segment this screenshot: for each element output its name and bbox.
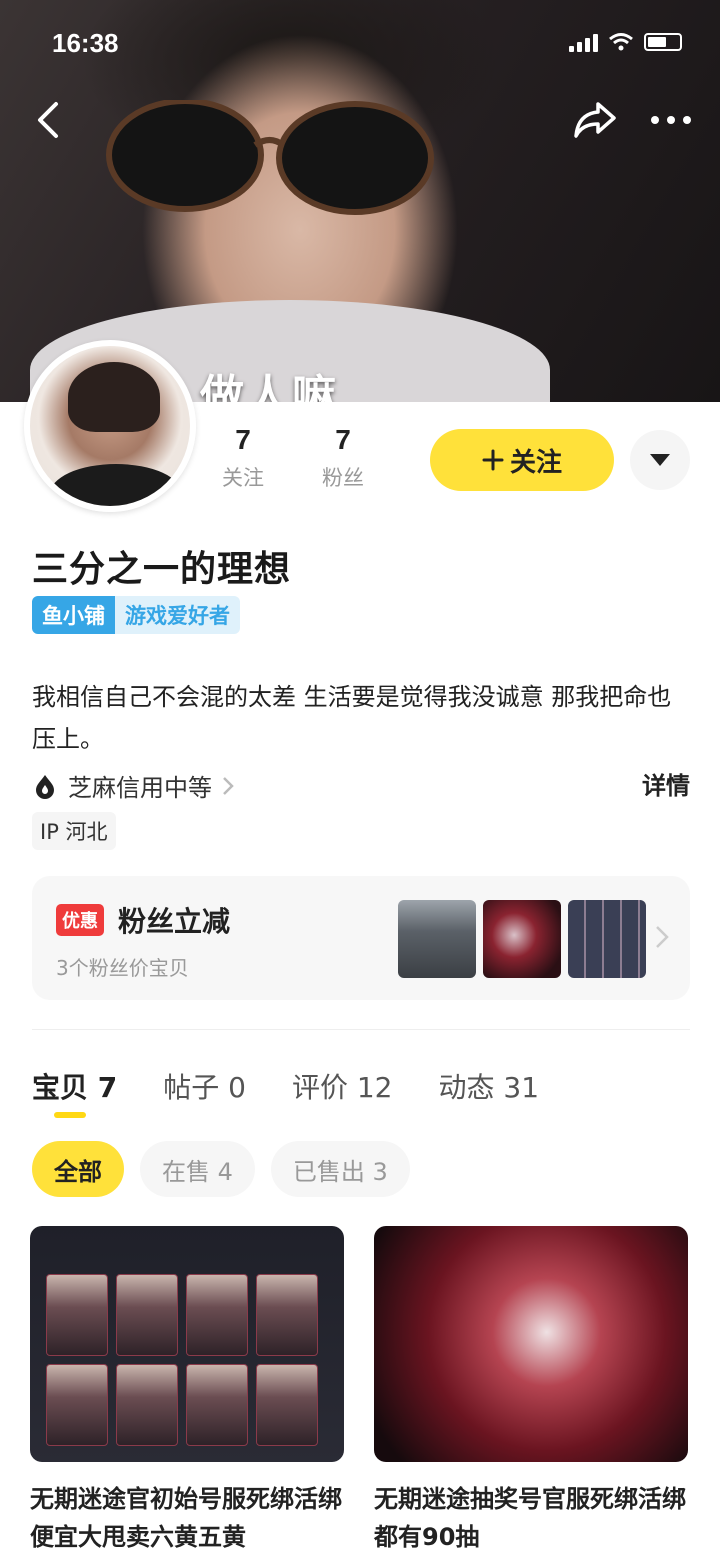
followers-stat[interactable]: 7 粉丝 [322,424,364,492]
plus-icon [482,449,504,471]
filter-on-sale[interactable]: 在售 4 [140,1141,255,1197]
fan-discount-card[interactable]: 优惠 粉丝立减 3个粉丝价宝贝 [32,876,690,1000]
discount-badge: 优惠 [56,904,104,936]
filter-chips: 全部 在售 4 已售出 3 [32,1141,410,1197]
promo-thumbnail [398,900,476,978]
follow-button-label: 关注 [509,447,562,478]
tab-posts[interactable]: 帖子 0 [163,1066,246,1106]
more-options-icon[interactable] [648,108,694,132]
promo-thumbnail [483,900,561,978]
signal-icon [569,32,598,52]
tab-activity[interactable]: 动态 31 [438,1066,539,1106]
ip-location-tag: IP 河北 [32,812,116,850]
battery-icon [644,33,682,51]
status-bar: 16:38 [0,22,720,62]
tab-reviews[interactable]: 评价 12 [292,1066,393,1106]
shop-badge: 鱼小铺 [32,596,115,634]
detail-link[interactable]: 详情 [642,766,690,801]
followers-count: 7 [335,424,351,455]
sunglasses-graphic [106,100,434,215]
status-time: 16:38 [52,28,119,58]
sesame-credit-icon [36,774,54,799]
more-dropdown-button[interactable] [630,430,690,490]
caret-down-icon [650,454,670,466]
active-tab-indicator [54,1112,86,1118]
credit-row[interactable]: 芝麻信用中等 [32,768,234,803]
product-title: 无期迷途官初始号服死绑活绑便宜大甩卖六黄五黄 [30,1485,342,1551]
promo-subtitle: 3个粉丝价宝贝 [56,956,189,980]
cover-caption: 做人嘛 [200,371,338,402]
product-image [374,1226,688,1462]
following-label: 关注 [222,466,264,490]
back-arrow-icon[interactable] [28,96,68,144]
section-divider [32,1029,690,1030]
followers-label: 粉丝 [322,466,364,490]
product-card[interactable]: 无期迷途官初始号服死绑活绑便宜大甩卖六黄五黄 [30,1226,344,1556]
user-badges[interactable]: 鱼小铺 游戏爱好者 [32,596,240,634]
filter-sold[interactable]: 已售出 3 [270,1141,410,1197]
credit-label: 芝麻信用中等 [68,774,212,802]
avatar-hair-shape [68,362,160,432]
promo-thumbnail [568,900,646,978]
character-grid [46,1274,344,1446]
user-bio: 我相信自己不会混的太差 生活要是觉得我没诚意 那我把命也压上。 [32,683,672,753]
promo-title: 粉丝立减 [118,905,231,938]
follow-button[interactable]: 关注 [430,429,614,491]
product-title: 无期迷途抽奖号官服死绑活绑都有90抽 [374,1485,686,1551]
avatar[interactable] [24,340,196,512]
chevron-right-icon [656,926,669,948]
following-stat[interactable]: 7 关注 [222,424,264,492]
share-icon[interactable] [572,98,618,142]
following-count: 7 [235,424,251,455]
product-image [30,1226,344,1462]
avatar-body-shape [50,464,182,506]
product-card[interactable]: 无期迷途抽奖号官服死绑活绑都有90抽 [374,1226,688,1556]
content-tabs: 宝贝 7 帖子 0 评价 12 动态 31 [32,1066,539,1106]
username: 三分之一的理想 [32,549,292,590]
wifi-icon [609,33,633,51]
filter-all[interactable]: 全部 [32,1141,124,1197]
interest-badge: 游戏爱好者 [115,596,240,634]
status-icons [569,32,682,52]
tab-items[interactable]: 宝贝 7 [32,1066,117,1106]
chevron-right-icon [223,776,234,795]
